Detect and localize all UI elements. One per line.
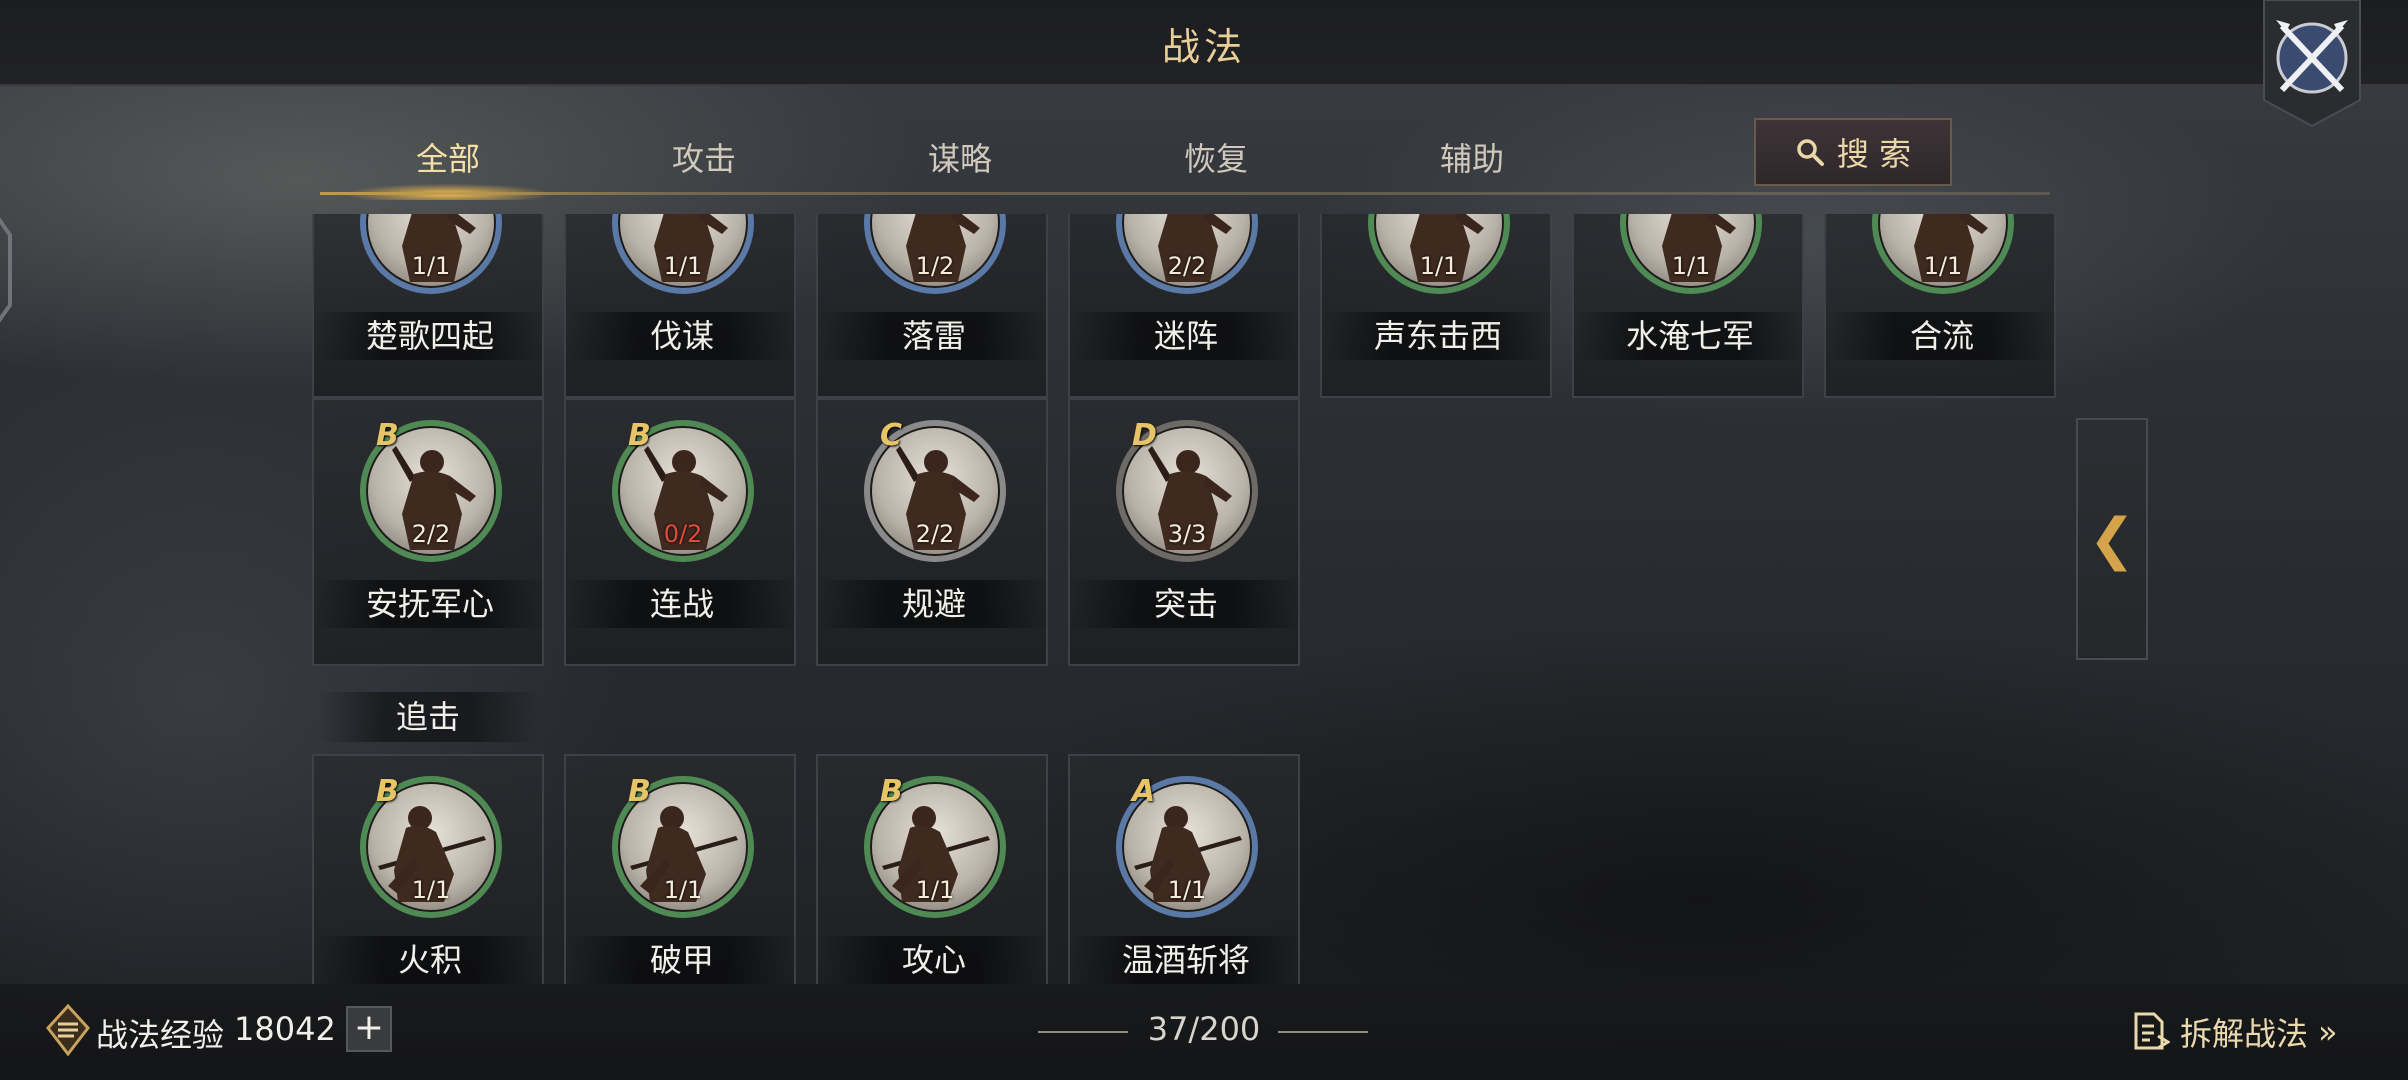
tactic-card[interactable]: 1/1 楚歌四起 (312, 214, 546, 398)
page-title: 战法 (1161, 25, 1246, 69)
tactic-card[interactable]: 1/2 落雷 (816, 214, 1050, 398)
tactic-grade: B (628, 418, 651, 453)
exp-value: 18042 (234, 1010, 336, 1048)
close-crossed-swords-icon[interactable] (2260, 0, 2364, 128)
tactic-count: 1/1 (1167, 876, 1207, 904)
tactic-name: 迷阵 (1070, 312, 1302, 360)
tactic-card[interactable]: B 2/2 安抚军心 (312, 398, 546, 666)
tab-underline (320, 192, 2050, 195)
search-button[interactable]: 搜 索 (1754, 118, 1952, 186)
tactic-count: 1/1 (411, 876, 451, 904)
tactic-grade: D (1132, 418, 1157, 453)
tab-strategy[interactable]: 谋略 (860, 134, 1060, 180)
tactic-card[interactable]: 2/2 迷阵 (1068, 214, 1302, 398)
tactic-card[interactable]: B 0/2 连战 (564, 398, 798, 666)
tactic-count: 1/1 (915, 876, 955, 904)
tactics-screen: 战法 全部 攻击 谋略 恢复 辅助 搜 索 追击 1/1 楚歌四起 1/1 伐谋 1/2… (0, 0, 2408, 1080)
double-chevron-right-icon: » (2318, 1013, 2338, 1051)
tactic-count: 3/3 (1167, 520, 1207, 548)
tactic-name: 火积 (314, 936, 546, 984)
tactic-count: 1/1 (663, 876, 703, 904)
tactic-card[interactable]: 1/1 伐谋 (564, 214, 798, 398)
tab-support[interactable]: 辅助 (1372, 134, 1572, 180)
tactic-name: 水淹七军 (1574, 312, 1806, 360)
tactic-card[interactable]: 1/1 合流 (1824, 214, 2058, 398)
bottom-bar: 战法经验 18042 + 37/200 拆解战法 » (0, 984, 2408, 1080)
tactic-name: 突击 (1070, 580, 1302, 628)
tactic-name: 落雷 (818, 312, 1050, 360)
tactic-name: 连战 (566, 580, 798, 628)
exp-label: 战法经验 (96, 1016, 225, 1054)
tactic-card[interactable]: 1/1 水淹七军 (1572, 214, 1806, 398)
side-panel-toggle-button[interactable]: ❮ (2076, 418, 2148, 660)
tactic-name: 破甲 (566, 936, 798, 984)
tactic-count: 2/2 (915, 520, 955, 548)
search-icon (1797, 139, 1824, 166)
tab-all[interactable]: 全部 (348, 134, 548, 180)
tactic-count: 1/1 (663, 252, 703, 280)
tactic-name: 攻心 (818, 936, 1050, 984)
tactics-grid: 追击 1/1 楚歌四起 1/1 伐谋 1/2 落雷 2/2 迷阵 1/1 声东击西 1/1 水淹七军 1… (0, 214, 2408, 984)
tactic-count: 2/2 (1167, 252, 1207, 280)
tactic-grade: B (376, 774, 399, 809)
tactic-card[interactable]: 1/1 声东击西 (1320, 214, 1554, 398)
tactic-card[interactable]: B 1/1 破甲 (564, 754, 798, 984)
add-exp-button[interactable]: + (346, 1006, 392, 1052)
category-tabs: 全部 攻击 谋略 恢复 辅助 搜 索 (318, 118, 2050, 200)
top-bar: 战法 (0, 0, 2408, 86)
tactic-name: 规避 (818, 580, 1050, 628)
tactic-count: 1/2 (915, 252, 955, 280)
tactic-grade: A (1132, 774, 1156, 809)
tactic-grade: B (376, 418, 399, 453)
tactic-count: 1/1 (411, 252, 451, 280)
section-label-pursuit: 追击 (318, 692, 538, 742)
tactic-name: 声东击西 (1322, 312, 1554, 360)
tactic-capacity: 37/200 (1147, 1010, 1261, 1048)
tactic-card[interactable]: A 1/1 温酒斩将 (1068, 754, 1302, 984)
tactic-card[interactable]: B 1/1 攻心 (816, 754, 1050, 984)
tactic-name: 楚歌四起 (314, 312, 546, 360)
tactic-exp-icon (46, 1004, 90, 1056)
tactic-name: 伐谋 (566, 312, 798, 360)
tactic-name: 温酒斩将 (1070, 936, 1302, 984)
dismantle-tactics-button[interactable]: 拆解战法 » (2132, 1004, 2338, 1060)
tactic-count: 2/2 (411, 520, 451, 548)
tactic-count: 1/1 (1419, 252, 1459, 280)
tactic-name: 合流 (1826, 312, 2058, 360)
divider-line-right (1278, 1031, 1368, 1033)
tactic-grade: B (628, 774, 651, 809)
tactic-count: 1/1 (1671, 252, 1711, 280)
tactic-count: 1/1 (1923, 252, 1963, 280)
tactic-count: 0/2 (663, 520, 703, 548)
tactic-card[interactable]: D 3/3 突击 (1068, 398, 1302, 666)
tactic-name: 安抚军心 (314, 580, 546, 628)
tactic-card[interactable]: B 1/1 火积 (312, 754, 546, 984)
tab-attack[interactable]: 攻击 (604, 134, 804, 180)
tactic-grade: C (880, 418, 903, 453)
document-icon (2134, 1012, 2170, 1050)
tactic-grade: B (880, 774, 903, 809)
dismantle-label: 拆解战法 (2180, 1015, 2309, 1053)
tab-recovery[interactable]: 恢复 (1116, 134, 1316, 180)
search-label: 搜 索 (1836, 135, 1912, 173)
tactic-card[interactable]: C 2/2 规避 (816, 398, 1050, 666)
